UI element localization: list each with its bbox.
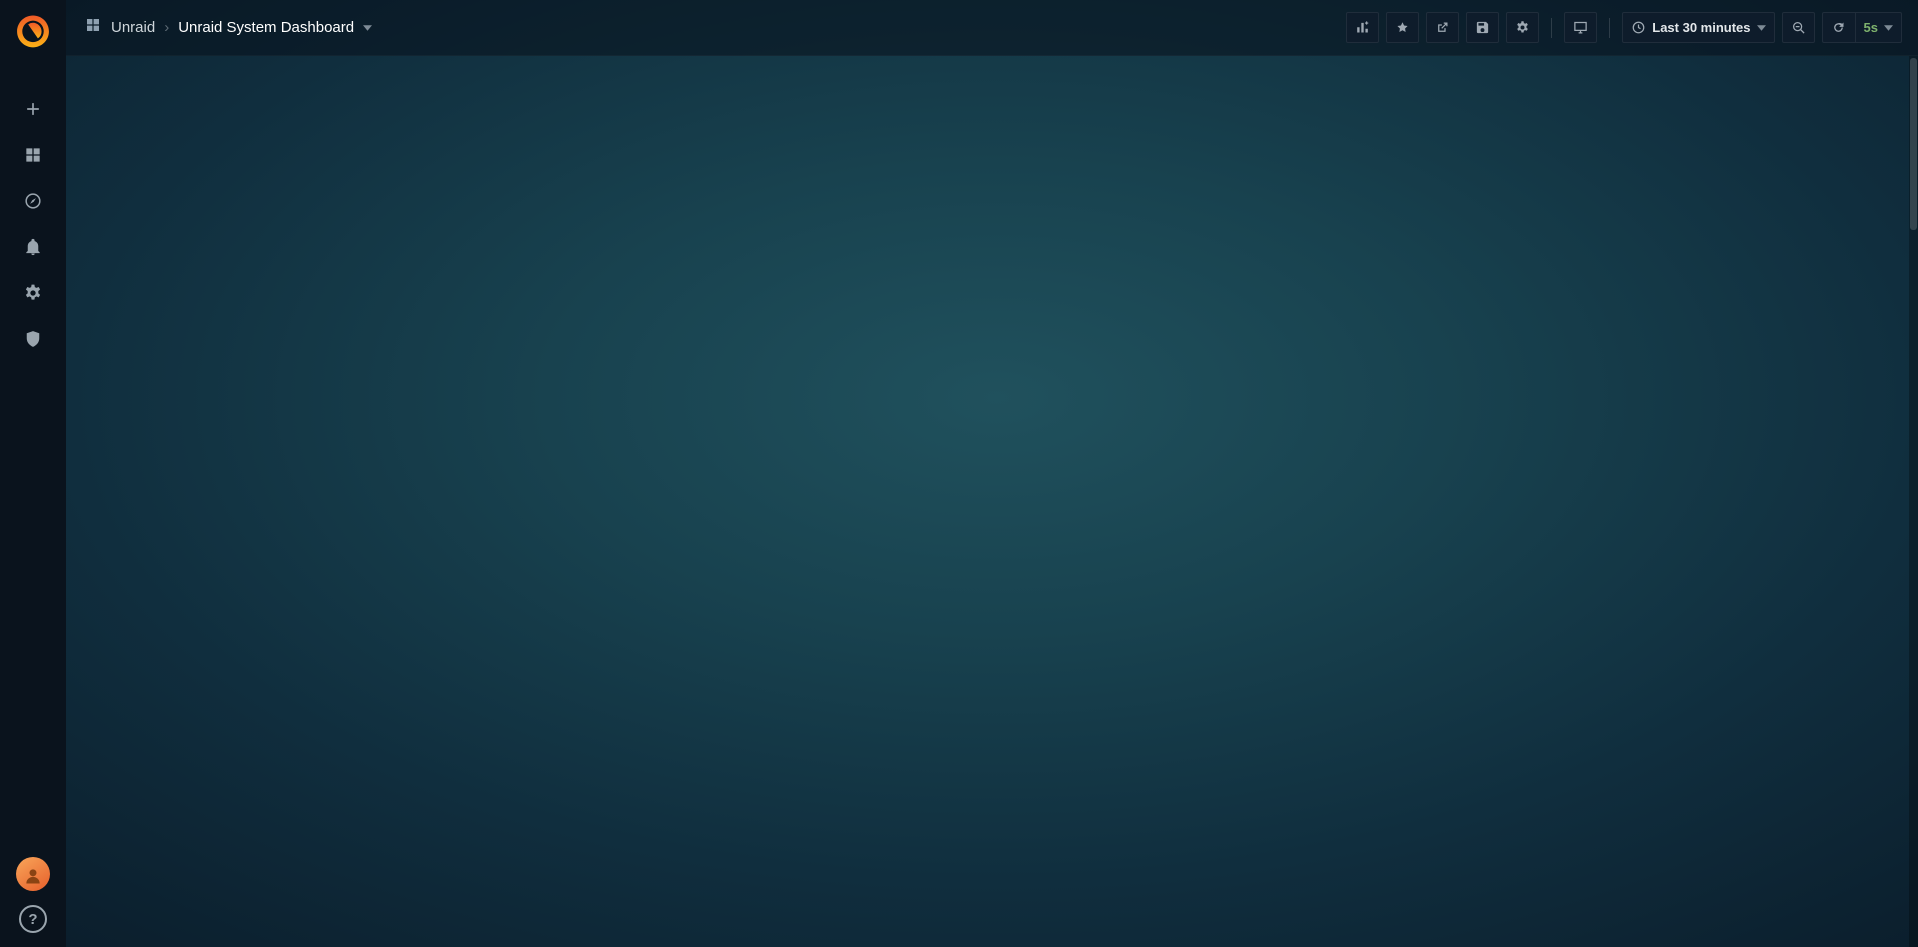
save-icon — [1475, 20, 1490, 35]
dashboard-canvas: kWh Price 0.65 Currency kr UPS Max Outpu… — [66, 56, 101, 76]
time-range-picker[interactable]: Last 30 minutes — [1622, 12, 1774, 43]
top-navbar: Unraid › Unraid System Dashboard Last 30… — [66, 0, 1918, 56]
share-icon — [1435, 20, 1450, 35]
breadcrumb-separator: › — [164, 19, 169, 36]
grafana-logo[interactable] — [13, 12, 53, 52]
sidebar-item-explore[interactable] — [10, 178, 56, 224]
chevron-down-icon[interactable] — [363, 25, 372, 31]
scrollbar-thumb[interactable] — [1910, 58, 1917, 230]
shield-icon — [23, 329, 43, 349]
dashboard-apps-icon — [84, 16, 102, 39]
share-dashboard-button[interactable] — [1426, 12, 1459, 43]
page-scrollbar[interactable] — [1909, 56, 1918, 947]
compass-icon — [23, 191, 43, 211]
toolbar-divider — [1551, 18, 1552, 38]
breadcrumb-dashboard-title[interactable]: Unraid System Dashboard — [178, 19, 354, 36]
grafana-logo-icon — [14, 13, 52, 51]
refresh-icon — [1831, 20, 1846, 35]
sidebar-item-dashboards[interactable] — [10, 132, 56, 178]
gear-icon — [1515, 20, 1530, 35]
cycle-view-mode-button[interactable] — [1564, 12, 1597, 43]
zoom-out-icon — [1791, 20, 1806, 35]
bell-icon — [23, 237, 43, 257]
toolbar-divider — [1609, 18, 1610, 38]
sidebar-item-server-admin[interactable] — [10, 316, 56, 362]
help-icon: ? — [28, 911, 37, 928]
grafana-app: ? Unraid › Unraid System Dashboard Last … — [0, 0, 1918, 947]
add-panel-button[interactable] — [1346, 12, 1379, 43]
star-icon — [1395, 20, 1410, 35]
sidebar-item-create[interactable] — [10, 86, 56, 132]
dashboards-grid-icon — [23, 145, 43, 165]
sidebar-item-configuration[interactable] — [10, 270, 56, 316]
sidebar-item-alerting[interactable] — [10, 224, 56, 270]
plus-icon — [23, 99, 43, 119]
user-avatar[interactable] — [16, 857, 50, 891]
help-button[interactable]: ? — [19, 905, 47, 933]
user-icon — [23, 866, 43, 886]
save-dashboard-button[interactable] — [1466, 12, 1499, 43]
dashboard-settings-button[interactable] — [1506, 12, 1539, 43]
refresh-interval-picker[interactable]: 5s — [1855, 12, 1902, 43]
clock-icon — [1631, 20, 1646, 35]
monitor-icon — [1573, 20, 1588, 35]
refresh-button[interactable] — [1822, 12, 1855, 43]
zoom-out-time-button[interactable] — [1782, 12, 1815, 43]
gear-icon — [23, 283, 43, 303]
breadcrumb-folder[interactable]: Unraid — [111, 19, 155, 36]
star-dashboard-button[interactable] — [1386, 12, 1419, 43]
chevron-down-icon — [1884, 25, 1893, 31]
sidebar: ? — [0, 0, 66, 947]
add-panel-icon — [1355, 20, 1370, 35]
chevron-down-icon — [1757, 25, 1766, 31]
